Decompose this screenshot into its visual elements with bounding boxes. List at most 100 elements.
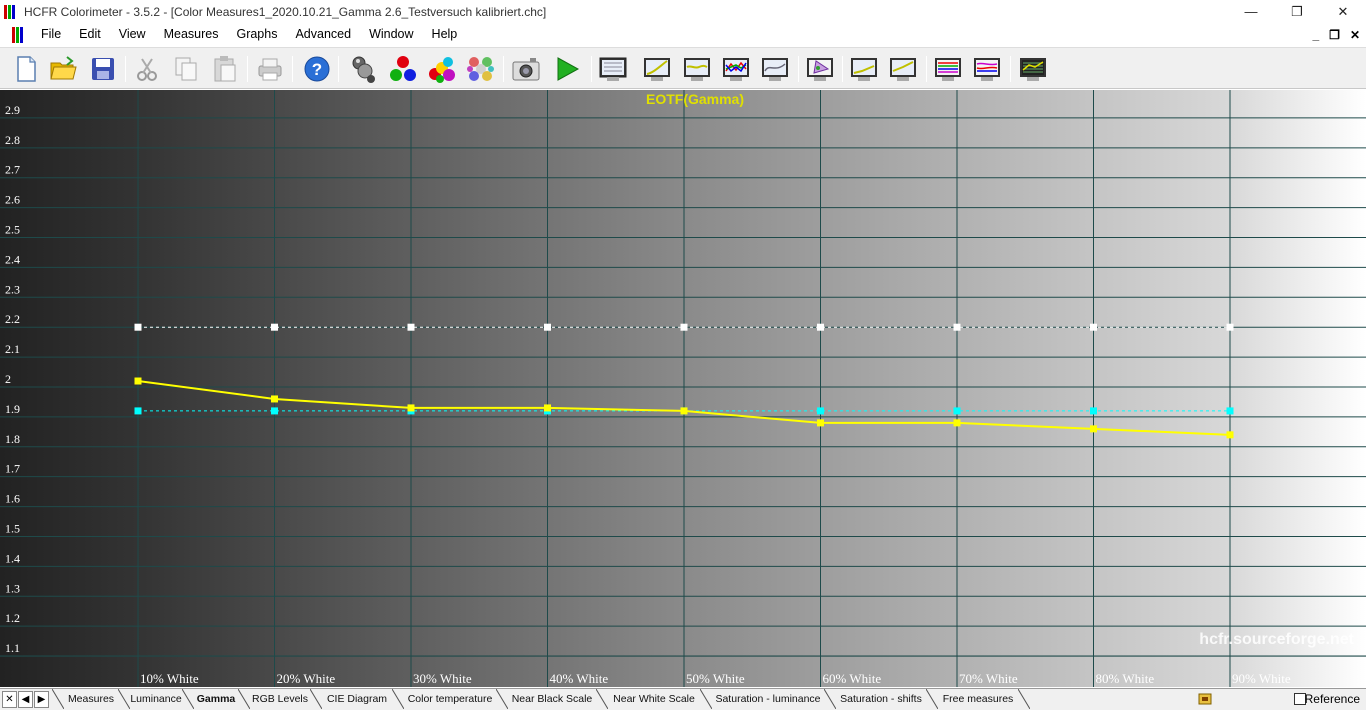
data-point-measured[interactable] — [1090, 425, 1097, 433]
title-bar: HCFR Colorimeter - 3.5.2 - [Color Measur… — [0, 0, 1366, 23]
data-point-target[interactable] — [544, 323, 551, 331]
menu-edit[interactable]: Edit — [70, 23, 110, 46]
rgb-levels-graph-icon[interactable] — [720, 53, 752, 85]
menu-view[interactable]: View — [110, 23, 155, 46]
chart-background — [0, 90, 1366, 687]
minimize-button[interactable]: — — [1228, 0, 1274, 23]
tab-near-white-scale[interactable]: Near White Scale — [602, 689, 706, 709]
mdi-minimize-button[interactable]: _ — [1312, 28, 1319, 42]
gamma-graph-icon[interactable] — [681, 53, 713, 85]
open-folder-icon[interactable] — [47, 53, 79, 85]
x-tick-label: 60% White — [823, 671, 882, 686]
tab-gamma[interactable]: Gamma — [188, 689, 244, 709]
gamma-chart: 1.1 1.2 1.3 1.4 1.5 1.6 1.7 1.8 1.9 2 2.1 2.2 2.3 2.4… — [0, 90, 1366, 687]
data-point-measured[interactable] — [407, 404, 415, 412]
new-document-icon[interactable] — [10, 53, 42, 85]
help-icon[interactable]: ? — [301, 53, 333, 85]
prev-tab-button[interactable]: ◀ — [18, 691, 33, 708]
paste-icon[interactable] — [209, 53, 241, 85]
near-white-graph-icon[interactable] — [887, 53, 919, 85]
mdi-restore-button[interactable]: ❐ — [1329, 28, 1340, 42]
color-temp-graph-icon[interactable] — [759, 53, 791, 85]
data-point-target[interactable] — [271, 323, 278, 331]
cie-diagram-icon[interactable] — [804, 53, 836, 85]
y-tick-label: 1.4 — [5, 551, 20, 565]
tab-luminance[interactable]: Luminance — [124, 689, 188, 709]
data-point-target[interactable] — [407, 323, 415, 331]
data-point-reference[interactable] — [817, 407, 824, 415]
menu-advanced[interactable]: Advanced — [286, 23, 360, 46]
y-tick-label: 2.8 — [5, 133, 20, 147]
tab-separator — [237, 688, 251, 710]
data-point-target[interactable] — [1226, 323, 1234, 331]
close-tab-button[interactable]: ✕ — [2, 691, 17, 708]
data-point-measured[interactable] — [134, 377, 142, 385]
multi-balls-icon[interactable] — [465, 53, 497, 85]
menu-bar: File Edit View Measures Graphs Advanced … — [0, 23, 1366, 46]
data-point-target[interactable] — [680, 323, 688, 331]
near-black-graph-icon[interactable] — [848, 53, 880, 85]
copy-icon[interactable] — [170, 53, 202, 85]
data-point-measured[interactable] — [680, 407, 688, 415]
data-point-target[interactable] — [953, 323, 961, 331]
close-button[interactable]: ✕ — [1320, 0, 1366, 23]
mdi-close-button[interactable]: ✕ — [1350, 28, 1360, 42]
camera-icon[interactable] — [510, 53, 542, 85]
tab-free-measures[interactable]: Free measures — [932, 689, 1024, 709]
color-balls-icon[interactable] — [426, 53, 458, 85]
mdi-controls: _ ❐ ✕ — [1312, 23, 1360, 46]
tab-saturation-luminance[interactable]: Saturation - luminance — [706, 689, 830, 709]
y-tick-label: 2.6 — [5, 193, 20, 207]
data-point-target[interactable] — [134, 323, 142, 331]
x-tick-label: 90% White — [1232, 671, 1291, 686]
tab-separator — [51, 688, 65, 710]
data-point-target[interactable] — [817, 323, 824, 331]
data-point-measured[interactable] — [271, 395, 278, 403]
free-measures-graph-icon[interactable] — [1017, 53, 1049, 85]
tab-measures[interactable]: Measures — [58, 689, 124, 709]
y-tick-label: 2.5 — [5, 223, 20, 237]
data-point-measured[interactable] — [953, 419, 961, 427]
data-point-reference[interactable] — [134, 407, 142, 415]
menu-measures[interactable]: Measures — [155, 23, 228, 46]
data-point-reference[interactable] — [953, 407, 961, 415]
document-icon[interactable] — [12, 26, 28, 43]
tab-rgb-levels[interactable]: RGB Levels — [244, 689, 316, 709]
data-point-measured[interactable] — [1226, 431, 1234, 439]
restore-button[interactable]: ❐ — [1274, 0, 1320, 23]
data-point-measured[interactable] — [544, 404, 551, 412]
y-tick-label: 1.1 — [5, 641, 20, 655]
tab-cie-diagram[interactable]: CIE Diagram — [316, 689, 398, 709]
x-tick-label: 30% White — [413, 671, 472, 686]
sensor-icon[interactable] — [347, 53, 379, 85]
menu-file[interactable]: File — [32, 23, 70, 46]
save-icon[interactable] — [87, 53, 119, 85]
play-icon[interactable] — [551, 53, 583, 85]
data-point-reference[interactable] — [271, 407, 278, 415]
print-icon[interactable] — [254, 53, 286, 85]
data-point-target[interactable] — [1090, 323, 1097, 331]
tab-separator — [1017, 688, 1031, 710]
chart-title: EOTF(Gamma) — [646, 91, 744, 107]
luminance-graph-icon[interactable] — [641, 53, 673, 85]
menu-graphs[interactable]: Graphs — [227, 23, 286, 46]
next-tab-button[interactable]: ▶ — [34, 691, 49, 708]
saturation-shifts-graph-icon[interactable] — [971, 53, 1003, 85]
window-title: HCFR Colorimeter - 3.5.2 - [Color Measur… — [24, 4, 547, 19]
tab-near-black-scale[interactable]: Near Black Scale — [502, 689, 602, 709]
cut-icon[interactable] — [131, 53, 163, 85]
tab-separator — [391, 688, 405, 710]
measures-view-icon[interactable] — [597, 53, 629, 85]
rgb-balls-icon[interactable] — [387, 53, 419, 85]
tab-separator — [925, 688, 939, 710]
y-tick-label: 1.7 — [5, 462, 20, 476]
data-point-reference[interactable] — [1226, 407, 1234, 415]
data-point-reference[interactable] — [1090, 407, 1097, 415]
saturation-luminance-graph-icon[interactable] — [932, 53, 964, 85]
y-tick-label: 2.3 — [5, 282, 20, 296]
menu-help[interactable]: Help — [423, 23, 467, 46]
data-point-measured[interactable] — [817, 419, 824, 427]
tab-color-temperature[interactable]: Color temperature — [398, 689, 502, 709]
tab-saturation-shifts[interactable]: Saturation - shifts — [830, 689, 932, 709]
menu-window[interactable]: Window — [360, 23, 422, 46]
